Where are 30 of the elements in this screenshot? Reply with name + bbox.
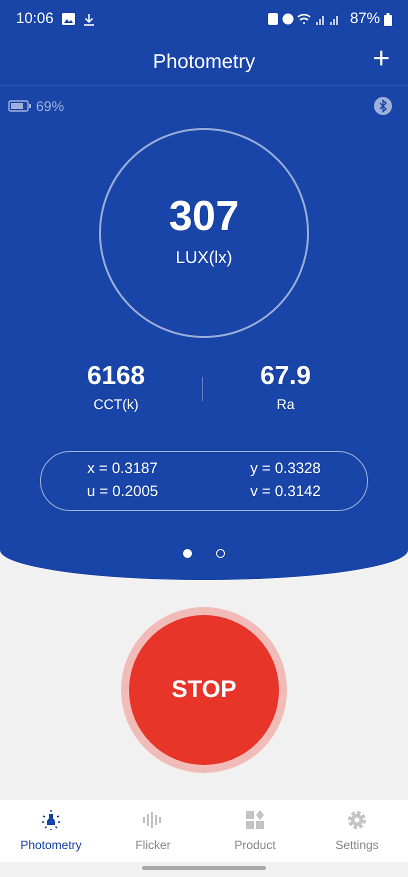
coordinate-value: x = 0.3187: [87, 460, 158, 477]
page-indicator-dot[interactable]: [216, 549, 225, 558]
image-icon: [62, 13, 75, 25]
light-bulb-icon: [39, 808, 63, 832]
grid-icon: [243, 808, 267, 832]
add-button[interactable]: +: [368, 44, 394, 74]
settings-icon: [345, 808, 369, 832]
stat-value: 6168: [87, 362, 145, 388]
tab-bar-item[interactable]: Settings: [306, 800, 408, 862]
device-battery-level: 69%: [36, 96, 64, 116]
tab-bar-item[interactable]: Photometry: [0, 800, 102, 862]
lux-value: 307: [168, 195, 240, 238]
coordinate-value: u = 0.2005: [86, 483, 158, 500]
device-battery-icon: [8, 100, 32, 112]
coordinate-value: y = 0.3328: [250, 460, 321, 477]
stat-value: 67.9: [260, 362, 311, 388]
stat-label: Ra: [276, 395, 295, 414]
screen-title: Photometry: [152, 50, 256, 74]
coordinate-value: v = 0.3142: [250, 483, 321, 500]
status-time: 10:06: [16, 8, 54, 29]
lux-unit: LUX(lx): [176, 247, 232, 270]
stop-button[interactable]: STOP: [129, 615, 279, 765]
page-indicator-dot[interactable]: [183, 549, 192, 558]
tab-bar-item[interactable]: Flicker: [102, 800, 204, 862]
battery-icon: [384, 12, 392, 26]
tab-bar-item[interactable]: Product: [204, 800, 306, 862]
battery-percentage: 87%: [350, 8, 380, 29]
download-icon: [82, 12, 95, 26]
bluetooth-icon[interactable]: [374, 97, 392, 115]
stat-label: CCT(k): [94, 395, 139, 414]
